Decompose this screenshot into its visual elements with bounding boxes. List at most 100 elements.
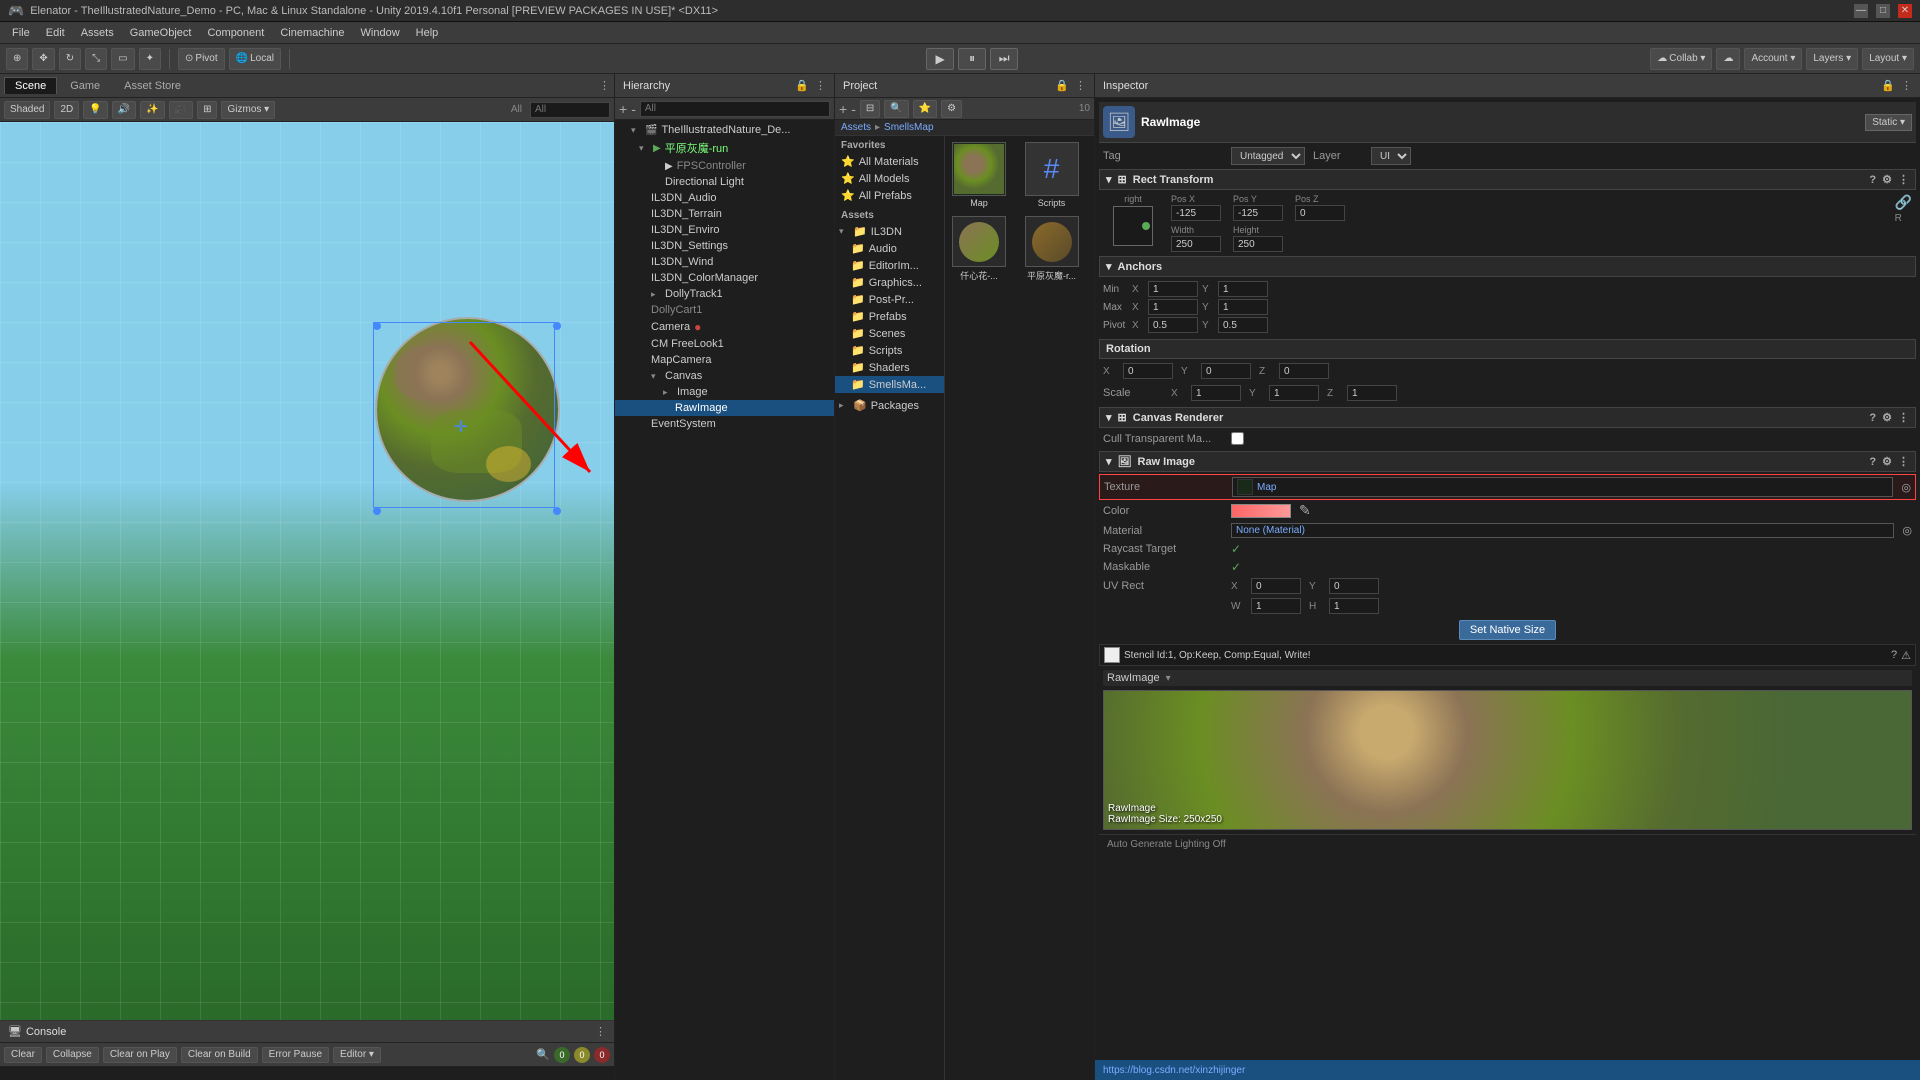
console-menu-icon[interactable]: ⋮: [595, 1025, 606, 1038]
pivot-y[interactable]: [1218, 317, 1268, 333]
hier-fps[interactable]: ▾ ▶ 平原灰魔-run: [615, 138, 834, 158]
rect-help-icon[interactable]: ?: [1869, 174, 1876, 186]
project-settings-button[interactable]: ⚙: [941, 100, 962, 118]
proj-packages-folder[interactable]: ▸ 📦 Packages: [835, 397, 944, 414]
hier-settings[interactable]: IL3DN_Settings: [615, 238, 834, 254]
pos-z-input[interactable]: [1295, 205, 1345, 221]
material-field[interactable]: None (Material): [1231, 523, 1894, 538]
rotate-tool[interactable]: ↻: [59, 48, 81, 70]
asset-map[interactable]: Map: [949, 140, 1009, 210]
color-picker-icon[interactable]: ✎: [1299, 502, 1311, 519]
color-swatch[interactable]: [1231, 504, 1291, 518]
material-selector-icon[interactable]: ◎: [1902, 524, 1912, 537]
proj-all-models[interactable]: ⭐ All Models: [835, 170, 944, 187]
anchor-min-x[interactable]: [1148, 281, 1198, 297]
hier-colormgr[interactable]: IL3DN_ColorManager: [615, 270, 834, 286]
proj-audio[interactable]: 📁 Audio: [835, 240, 944, 257]
hier-audio[interactable]: IL3DN_Audio: [615, 190, 834, 206]
pause-button[interactable]: ⏸: [958, 48, 986, 70]
hier-root[interactable]: ▾ 🎬 TheIllustratedNature_De...: [615, 122, 834, 138]
proj-shaders[interactable]: 📁 Shaders: [835, 359, 944, 376]
close-button[interactable]: ✕: [1898, 4, 1912, 18]
selection-handle-tr[interactable]: [553, 322, 561, 330]
rotation-section[interactable]: Rotation: [1099, 339, 1916, 359]
hier-image[interactable]: ▸ Image: [615, 384, 834, 400]
tab-game[interactable]: Game: [59, 77, 111, 95]
shaded-dropdown[interactable]: Shaded: [4, 101, 50, 119]
account-button[interactable]: Account ▾: [1744, 48, 1802, 70]
proj-scripts[interactable]: 📁 Scripts: [835, 342, 944, 359]
project-subtract-button[interactable]: -: [851, 101, 856, 117]
inspector-lock-icon[interactable]: 🔒: [1881, 79, 1895, 92]
collab-button[interactable]: ☁ Collab ▾: [1650, 48, 1712, 70]
ri-help-icon[interactable]: ?: [1869, 456, 1876, 468]
rect-more-icon[interactable]: ⋮: [1898, 173, 1909, 186]
custom-tool[interactable]: ✦: [139, 48, 161, 70]
menu-cinemachine[interactable]: Cinemachine: [272, 22, 352, 43]
proj-il3dn-folder[interactable]: ▾ 📁 IL3DN: [835, 223, 944, 240]
console-clear-button[interactable]: Clear: [4, 1047, 42, 1063]
cull-checkbox[interactable]: [1231, 432, 1244, 445]
texture-selector-icon[interactable]: ◎: [1901, 481, 1911, 494]
asset-demon[interactable]: 平原灰魔-r...: [1022, 214, 1082, 284]
scale-y-input[interactable]: [1269, 385, 1319, 401]
menu-window[interactable]: Window: [353, 22, 408, 43]
proj-graphics[interactable]: 📁 Graphics...: [835, 274, 944, 291]
console-clear-build-button[interactable]: Clear on Build: [181, 1047, 258, 1063]
project-menu-icon[interactable]: ⋮: [1075, 79, 1086, 92]
project-add-button[interactable]: +: [839, 101, 847, 117]
anchor-preset-button[interactable]: [1113, 206, 1153, 246]
menu-component[interactable]: Component: [199, 22, 272, 43]
stencil-help-icon[interactable]: ?: [1891, 649, 1897, 661]
play-button[interactable]: ▶: [926, 48, 954, 70]
anchors-section[interactable]: ▾ Anchors: [1099, 256, 1916, 277]
hier-canvas[interactable]: ▾ Canvas: [615, 368, 834, 384]
console-clear-play-button[interactable]: Clear on Play: [103, 1047, 177, 1063]
lighting-button[interactable]: 💡: [83, 101, 107, 119]
scene-map-object[interactable]: [375, 317, 560, 502]
pos-x-input[interactable]: [1171, 205, 1221, 221]
hier-enviro[interactable]: IL3DN_Enviro: [615, 222, 834, 238]
scene-viewport[interactable]: ✛: [0, 122, 614, 1020]
set-native-size-button[interactable]: Set Native Size: [1459, 620, 1556, 640]
cr-help-icon[interactable]: ?: [1869, 412, 1876, 424]
rot-y-input[interactable]: [1201, 363, 1251, 379]
hier-eventsystem[interactable]: EventSystem: [615, 416, 834, 432]
hier-dolly2[interactable]: DollyCart1: [615, 302, 834, 318]
raw-image-section[interactable]: ▾ 🖼 Raw Image ? ⚙ ⋮: [1099, 451, 1916, 472]
transform-tool[interactable]: ⊕: [6, 48, 28, 70]
proj-all-prefabs[interactable]: ⭐ All Prefabs: [835, 187, 944, 204]
rect-transform-section[interactable]: ▾ ⊞ Rect Transform ? ⚙ ⋮: [1099, 169, 1916, 190]
menu-gameobject[interactable]: GameObject: [122, 22, 200, 43]
hier-dirlight[interactable]: Directional Light: [615, 174, 834, 190]
rawimage-dropdown[interactable]: RawImage ▾: [1103, 670, 1912, 686]
proj-editorim[interactable]: 📁 EditorIm...: [835, 257, 944, 274]
link-icon[interactable]: 🔗: [1895, 194, 1912, 211]
window-controls[interactable]: — □ ✕: [1854, 4, 1912, 18]
scale-x-input[interactable]: [1191, 385, 1241, 401]
proj-prefabs[interactable]: 📁 Prefabs: [835, 308, 944, 325]
cr-settings-icon[interactable]: ⚙: [1882, 411, 1892, 424]
assets-breadcrumb[interactable]: Assets: [841, 122, 871, 133]
rect-tool[interactable]: ▭: [111, 48, 134, 70]
minimize-button[interactable]: —: [1854, 4, 1868, 18]
hier-fpscontroller[interactable]: ▶ FPSController: [615, 158, 834, 174]
tab-scene[interactable]: Scene: [4, 77, 57, 94]
pivot-x[interactable]: [1148, 317, 1198, 333]
layout-button[interactable]: Layout ▾: [1862, 48, 1914, 70]
scene-tab-menu[interactable]: ⋮: [599, 79, 610, 92]
width-input[interactable]: [1171, 236, 1221, 252]
anchor-min-y[interactable]: [1218, 281, 1268, 297]
uv-h-input[interactable]: [1329, 598, 1379, 614]
hier-rawimage[interactable]: RawImage: [615, 400, 834, 416]
uv-x-input[interactable]: [1251, 578, 1301, 594]
project-star-button[interactable]: ⭐: [913, 100, 937, 118]
grid-button[interactable]: ⊞: [197, 101, 217, 119]
scene-search[interactable]: [530, 102, 610, 118]
rot-z-input[interactable]: [1279, 363, 1329, 379]
project-search-button[interactable]: 🔍: [884, 100, 908, 118]
texture-field[interactable]: Map: [1232, 477, 1893, 497]
layer-dropdown[interactable]: UI: [1371, 147, 1411, 165]
layers-button[interactable]: Layers ▾: [1806, 48, 1858, 70]
scene-cam-button[interactable]: 🎥: [169, 101, 193, 119]
